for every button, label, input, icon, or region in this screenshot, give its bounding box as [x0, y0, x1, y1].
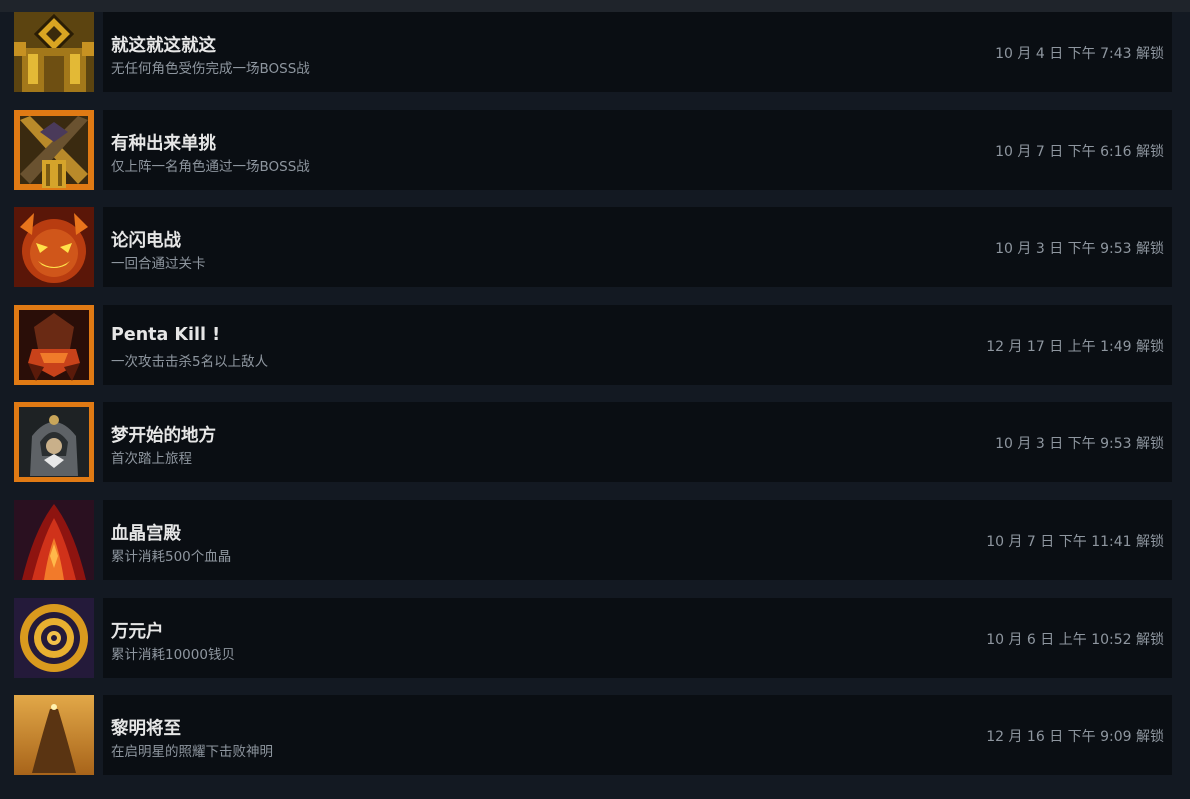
achievement-description: 累计消耗500个血晶: [111, 548, 232, 565]
golden-armor-icon: [14, 12, 94, 92]
achievement-list: 就这就这就这 无任何角色受伤完成一场BOSS战 10 月 4 日 下午 7:43…: [14, 12, 1172, 793]
achievement-panel: 就这就这就这 无任何角色受伤完成一场BOSS战 10 月 4 日 下午 7:43…: [103, 12, 1172, 92]
crossed-blades-icon: [14, 109, 94, 190]
achievement-title: 黎明将至: [111, 719, 181, 740]
achievement-panel: Penta Kill ! 一次攻击击杀5名以上敌人 12 月 17 日 上午 1…: [103, 304, 1172, 385]
unlock-time: 10 月 7 日 下午 11:41 解锁: [986, 533, 1164, 550]
fire-demon-face-icon: [14, 207, 94, 288]
blood-crystal-icon: [14, 499, 94, 580]
achievement-title: 就这就这就这: [111, 36, 216, 56]
achievement-title: 梦开始的地方: [111, 426, 216, 447]
achievement-row[interactable]: 就这就这就这 无任何角色受伤完成一场BOSS战 10 月 4 日 下午 7:43…: [14, 12, 1172, 92]
achievement-row[interactable]: 血晶宫殿 累计消耗500个血晶 10 月 7 日 下午 11:41 解锁: [14, 499, 1172, 580]
unlock-time: 10 月 3 日 下午 9:53 解锁: [995, 241, 1164, 258]
unlock-time: 10 月 6 日 上午 10:52 解锁: [986, 631, 1164, 648]
achievement-description: 在启明星的照耀下击败神明: [111, 744, 273, 761]
achievement-row[interactable]: Penta Kill ! 一次攻击击杀5名以上敌人 12 月 17 日 上午 1…: [14, 304, 1172, 385]
achievement-description: 一次攻击击杀5名以上敌人: [111, 353, 269, 370]
hooded-figure-icon: [14, 402, 94, 483]
unlock-time: 10 月 7 日 下午 6:16 解锁: [995, 143, 1164, 160]
unlock-time: 10 月 3 日 下午 9:53 解锁: [995, 436, 1164, 453]
top-bar: [0, 0, 1190, 12]
achievement-description: 一回合通过关卡: [111, 256, 206, 273]
achievement-panel: 有种出来单挑 仅上阵一名角色通过一场BOSS战 10 月 7 日 下午 6:16…: [103, 109, 1172, 190]
unlock-time: 10 月 4 日 下午 7:43 解锁: [995, 46, 1164, 62]
dawn-silhouette-icon: [14, 695, 94, 776]
achievement-title: 有种出来单挑: [111, 133, 216, 154]
golden-spiral-icon: [14, 597, 94, 678]
achievement-row[interactable]: 万元户 累计消耗10000钱贝 10 月 6 日 上午 10:52 解锁: [14, 597, 1172, 678]
achievement-panel: 梦开始的地方 首次踏上旅程 10 月 3 日 下午 9:53 解锁: [103, 402, 1172, 483]
unlock-time: 12 月 16 日 下午 9:09 解锁: [986, 729, 1164, 746]
achievement-title: 血晶宫殿: [111, 523, 181, 544]
achievement-row[interactable]: 论闪电战 一回合通过关卡 10 月 3 日 下午 9:53 解锁: [14, 207, 1172, 288]
crimson-claw-icon: [14, 304, 94, 385]
achievement-row[interactable]: 梦开始的地方 首次踏上旅程 10 月 3 日 下午 9:53 解锁: [14, 402, 1172, 483]
unlock-time: 12 月 17 日 上午 1:49 解锁: [986, 338, 1164, 355]
achievement-panel: 血晶宫殿 累计消耗500个血晶 10 月 7 日 下午 11:41 解锁: [103, 499, 1172, 580]
achievement-description: 首次踏上旅程: [111, 451, 192, 468]
achievement-row[interactable]: 黎明将至 在启明星的照耀下击败神明 12 月 16 日 下午 9:09 解锁: [14, 695, 1172, 776]
achievement-description: 累计消耗10000钱贝: [111, 646, 235, 663]
achievement-title: 万元户: [111, 621, 164, 642]
achievement-description: 仅上阵一名角色通过一场BOSS战: [111, 158, 310, 175]
achievement-title: 论闪电战: [111, 231, 181, 252]
achievement-row[interactable]: 有种出来单挑 仅上阵一名角色通过一场BOSS战 10 月 7 日 下午 6:16…: [14, 109, 1172, 190]
achievement-panel: 黎明将至 在启明星的照耀下击败神明 12 月 16 日 下午 9:09 解锁: [103, 695, 1172, 776]
achievement-title: Penta Kill !: [111, 324, 221, 345]
achievement-panel: 论闪电战 一回合通过关卡 10 月 3 日 下午 9:53 解锁: [103, 207, 1172, 288]
achievement-panel: 万元户 累计消耗10000钱贝 10 月 6 日 上午 10:52 解锁: [103, 597, 1172, 678]
achievement-description: 无任何角色受伤完成一场BOSS战: [111, 61, 310, 77]
